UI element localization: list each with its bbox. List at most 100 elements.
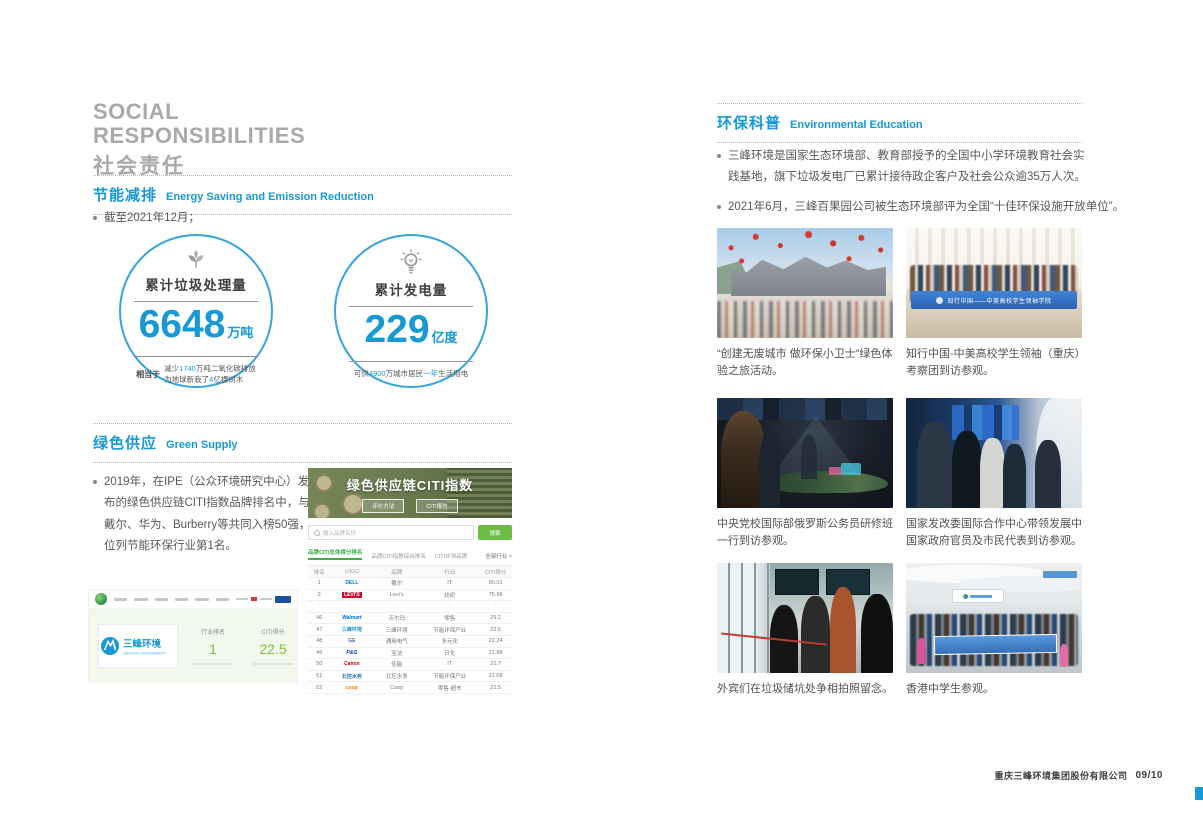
citi-report-button: CITI报告: [416, 499, 457, 513]
bullet-dot: [93, 216, 97, 220]
brand-logo: DELL: [330, 580, 373, 586]
table-row: 2LEVI'SLevi's纺织75.98: [308, 590, 512, 602]
bullet-dot: [717, 154, 721, 158]
divider: [134, 356, 258, 357]
citi-tab-brands: CITI评测品牌: [435, 552, 467, 560]
visitor-silhouette: [801, 435, 817, 479]
brand-logo: coop: [330, 685, 373, 691]
sanfeng-brand-logo: 三峰环境 SANFENG ENVIRONMENT: [99, 625, 177, 667]
section-title-zh: 节能减排: [93, 184, 157, 205]
crowd-overlay: [717, 301, 893, 338]
education-text-2: 2021年6月，三峰百果园公司被生态环境部评为全国“十佳环保设施开放单位”。: [728, 197, 1124, 218]
student-silhouette: [917, 638, 926, 664]
nav-item-placeholder: [216, 598, 229, 601]
as-of-text: 截至2021年12月；: [104, 208, 200, 229]
visitor-silhouette: [759, 431, 780, 508]
sprout-icon: [182, 248, 210, 271]
table-row-ellipsis: ⋮⋮⋮⋮⋮: [308, 601, 512, 613]
ipe-website-screenshot: 三峰环境 SANFENG ENVIRONMENT 行业排名 1 CITI得分 2…: [88, 589, 298, 683]
visitor-silhouette: [801, 596, 829, 673]
footnote-line1: 减少1740万吨二氧化碳排放: [164, 363, 256, 375]
brand-logo: 北控水务: [330, 673, 373, 680]
nav-item-placeholder: [114, 598, 127, 601]
table-header-row: 排名 LOGO 品牌 行业 CITI得分: [308, 566, 512, 578]
citi-banner-title: 绿色供应链CITI指数: [308, 475, 512, 494]
score-label: CITI得分: [253, 627, 293, 636]
citi-ranking-table: 排名 LOGO 品牌 行业 CITI得分 1DELL戴尔IT80.01 2LEV…: [308, 565, 512, 694]
visitor-silhouette: [952, 431, 982, 508]
photo-ndrc-delegation: 国家发改委国际合作中心带领发展中国家政府官员及市民代表到访参观。: [906, 398, 1082, 549]
photo-russian-delegation: 中央党校国际部俄罗斯公务员研修班一行到访参观。: [717, 398, 893, 549]
score-value: 22.5: [253, 641, 293, 657]
photo-caption: “创建无废城市 做环保小卫士”绿色体验之旅活动。: [717, 346, 893, 379]
model-highlight: [841, 463, 861, 475]
placeholder-text-bar: [253, 663, 293, 665]
citi-score-stat: CITI得分 22.5: [253, 627, 293, 665]
photo-image: 知行中国——中美高校学生领袖学院: [906, 228, 1082, 338]
stat-unit: 万吨: [227, 322, 253, 341]
citi-tab-overall: 品牌CITI总体得分排名: [308, 548, 362, 560]
divider: [349, 361, 473, 362]
footnote-line2: 为地球新栽了4亿棵树木: [164, 374, 256, 386]
header-link-placeholder: [260, 598, 272, 601]
stat-value: 229 亿度: [364, 307, 457, 354]
section-title-zh: 环保科普: [717, 112, 781, 133]
brand-logo: Canon: [330, 661, 373, 667]
citi-method-button: 评价方法: [362, 499, 404, 513]
green-supply-paragraph: 2019年，在IPE（公众环境研究中心）发布的绿色供应链CITI指数品牌排名中，…: [93, 472, 311, 557]
stat-label: 累计垃圾处理量: [145, 274, 247, 294]
photo-caption: 国家发改委国际合作中心带领发展中国家政府官员及市民代表到访参观。: [906, 516, 1082, 549]
section-header-green-supply: 绿色供应 Green Supply: [93, 423, 512, 463]
search-placeholder: 输入品牌名称: [323, 529, 356, 537]
brand-logo: LEVI'S: [330, 592, 373, 598]
bullet-dot: [717, 205, 721, 209]
svg-text:SANFENG ENVIRONMENT: SANFENG ENVIRONMENT: [123, 652, 165, 656]
visitor-silhouette: [980, 438, 1005, 508]
stat-circle-waste: 累计垃圾处理量 6648 万吨 相当于 减少1740万吨二氧化碳排放 为地球新栽…: [119, 234, 273, 388]
scale-model-shape: [763, 471, 888, 493]
ipe-logo-icon: [95, 593, 107, 605]
footer-company-name: 重庆三峰环境集团股份有限公司: [994, 769, 1127, 782]
brand-logo: Walmart: [330, 615, 373, 621]
visitor-silhouette: [830, 587, 856, 673]
wall-sign: [1043, 571, 1077, 578]
education-paragraph-2: 2021年6月，三峰百果园公司被生态环境部评为全国“十佳环保设施开放单位”。: [717, 197, 1124, 218]
section-header-education: 环保科普 Environmental Education: [717, 103, 1082, 143]
sanfeng-logo-icon: 三峰环境 SANFENG ENVIRONMENT: [99, 632, 177, 660]
brand-logo: 三峰环境: [330, 626, 373, 633]
stat-footnote: 相当于 减少1740万吨二氧化碳排放 为地球新栽了4亿棵树木: [136, 363, 256, 386]
education-text-1: 三峰环境是国家生态环境部、教育部授予的全国中小学环境教育社会实践基地，旗下垃圾发…: [728, 146, 1095, 189]
window-frames-overlay: [717, 563, 770, 673]
equivalent-label: 相当于: [136, 369, 160, 380]
nav-item-placeholder: [195, 598, 208, 601]
bullet-dot: [93, 480, 97, 484]
citi-index-screenshot: 绿色供应链CITI指数 评价方法 CITI报告 输入品牌名称 搜索 品牌CITI…: [308, 468, 512, 676]
page-number: 09/10: [1135, 770, 1163, 781]
photo-image: [717, 398, 893, 508]
industry-filter-dropdown: 全部行业 ˅: [485, 552, 512, 560]
photo-caption: 香港中学生参观。: [906, 681, 1082, 698]
rank-label: 行业排名: [193, 627, 233, 636]
section-title-en: Green Supply: [166, 439, 238, 451]
table-row: 48GE通用电气多元化22.24: [308, 636, 512, 648]
photo-image: [717, 563, 893, 673]
stat-value: 6648 万吨: [139, 302, 254, 349]
citi-search-input: 输入品牌名称: [308, 525, 474, 540]
page-title: SOCIAL RESPONSIBILITIES 社会责任: [93, 100, 305, 180]
photo-image: [906, 398, 1082, 508]
bulb-icon: [397, 248, 425, 276]
green-supply-text: 2019年，在IPE（公众环境研究中心）发布的绿色供应链CITI指数品牌排名中，…: [104, 472, 311, 557]
citi-search-button: 搜索: [478, 525, 512, 540]
ipe-site-header: [89, 590, 297, 609]
search-icon: [314, 530, 320, 536]
photo-hk-students: 香港中学生参观。: [906, 563, 1082, 698]
table-row: 1DELL戴尔IT80.01: [308, 578, 512, 590]
photo-image: [906, 563, 1082, 673]
nav-item-placeholder: [134, 598, 147, 601]
login-button-placeholder: [275, 596, 291, 603]
stat-unit: 亿度: [432, 327, 458, 346]
citi-banner-image: 绿色供应链CITI指数 评价方法 CITI报告: [308, 468, 512, 518]
group-banner: [934, 634, 1058, 655]
header-link-placeholder: [236, 598, 248, 601]
page-edge-marker: [1195, 787, 1203, 800]
